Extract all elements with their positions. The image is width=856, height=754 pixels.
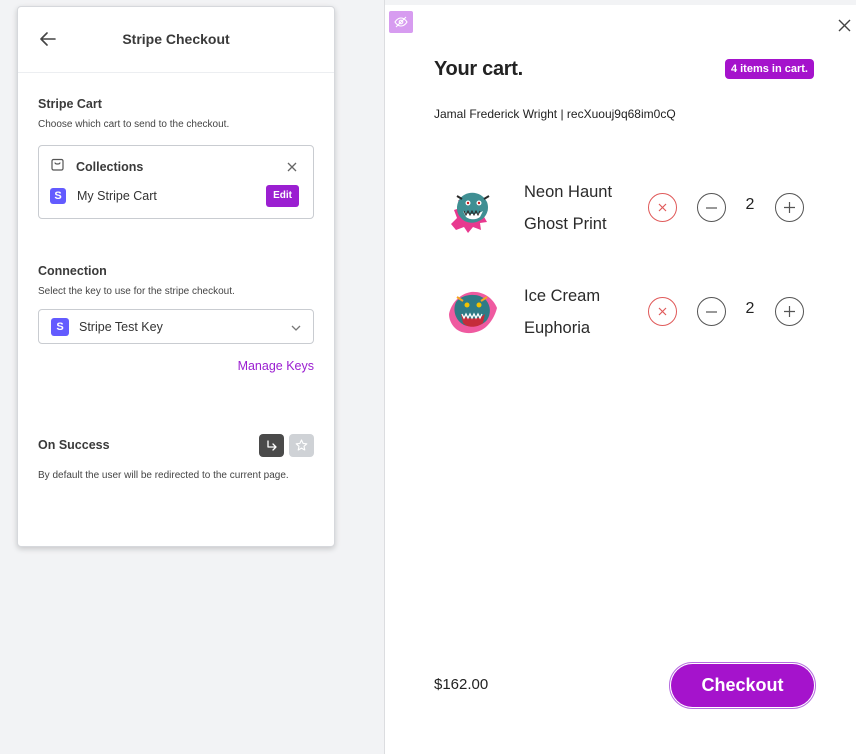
item-quantity: 2 <box>745 300 755 317</box>
on-success-description: By default the user will be redirected t… <box>38 470 289 481</box>
item-name: Neon Haunt Ghost Print <box>524 183 613 233</box>
stripe-cart-section: Stripe Cart Choose which cart to send to… <box>38 97 314 227</box>
on-success-actions <box>259 434 314 457</box>
on-success-section: On Success By default the user will be r… <box>38 434 314 498</box>
cart-item: Neon Haunt Ghost Print 2 <box>443 176 815 240</box>
cart-name: My Stripe Cart <box>77 189 157 203</box>
cart-selector: Collections S My Stripe Cart Edit <box>38 145 314 219</box>
stripe-logo-icon: S <box>51 317 69 336</box>
checkout-button[interactable]: Checkout <box>669 662 816 709</box>
decrease-qty-button[interactable] <box>697 297 726 326</box>
edit-button[interactable]: Edit <box>266 185 299 207</box>
manage-keys-link[interactable]: Manage Keys <box>238 359 314 373</box>
decrease-qty-button[interactable] <box>697 193 726 222</box>
cart-count-badge: 4 items in cart. <box>724 59 814 79</box>
item-quantity: 2 <box>745 196 755 213</box>
star-icon[interactable] <box>289 434 314 457</box>
stripe-cart-title: Stripe Cart <box>38 97 102 111</box>
close-icon[interactable] <box>836 17 852 33</box>
cart-preview: Your cart. 4 items in cart. Jamal Freder… <box>385 5 856 754</box>
cart-item: Ice Cream Euphoria 2 <box>443 280 815 344</box>
stripe-checkout-panel: Stripe Checkout Stripe Cart Choose which… <box>17 6 335 547</box>
product-image <box>443 180 501 238</box>
bag-icon <box>50 157 65 177</box>
remove-item-button[interactable] <box>648 193 677 222</box>
panel-title: Stripe Checkout <box>122 31 230 47</box>
collections-row: Collections <box>50 155 299 179</box>
eye-off-icon[interactable] <box>389 11 413 33</box>
connection-description: Select the key to use for the stripe che… <box>38 286 235 297</box>
connection-title: Connection <box>38 264 107 278</box>
cart-title: Your cart. <box>434 58 523 80</box>
stripe-logo-icon: S <box>50 188 66 204</box>
stripe-key-select[interactable]: S Stripe Test Key <box>38 309 314 344</box>
customer-info: Jamal Frederick Wright | recXuouj9q68im0… <box>434 107 676 121</box>
increase-qty-button[interactable] <box>775 193 804 222</box>
remove-item-button[interactable] <box>648 297 677 326</box>
product-image <box>443 284 501 342</box>
item-name: Ice Cream Euphoria <box>524 287 601 337</box>
stripe-cart-description: Choose which cart to send to the checkou… <box>38 119 230 130</box>
close-icon[interactable] <box>285 160 299 174</box>
selected-key: Stripe Test Key <box>79 319 163 334</box>
connection-section: Connection Select the key to use for the… <box>38 264 314 384</box>
panel-header: Stripe Checkout <box>18 7 334 73</box>
redirect-icon[interactable] <box>259 434 284 457</box>
cart-name-row: S My Stripe Cart Edit <box>50 184 299 208</box>
increase-qty-button[interactable] <box>775 297 804 326</box>
cart-total: $162.00 <box>434 676 489 693</box>
chevron-down-icon <box>291 318 301 336</box>
collections-label: Collections <box>76 160 144 174</box>
